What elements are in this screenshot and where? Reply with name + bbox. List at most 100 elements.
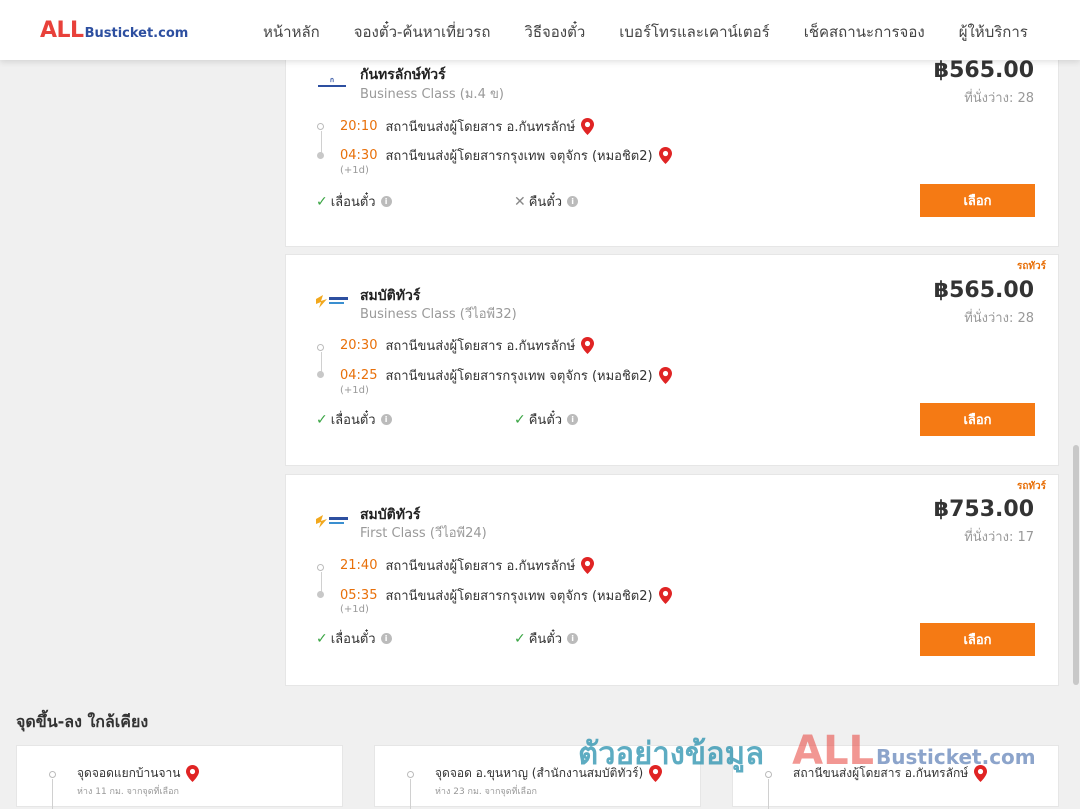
map-pin-icon[interactable] xyxy=(186,765,200,782)
refund-policy: ✕ คืนตั๋ว i xyxy=(514,191,579,212)
nav-operators[interactable]: ผู้ให้บริการ xyxy=(959,20,1028,44)
refund-label: คืนตั๋ว xyxy=(528,195,563,210)
nearby-stop-name: สถานีขนส่งผู้โดยสาร อ.กันทรลักษ์ xyxy=(793,764,988,783)
check-icon: ✓ xyxy=(316,411,328,428)
seats-available: ที่นั่งว่าง: 28 xyxy=(964,311,1034,326)
reschedule-label: เลื่อนตั๋ว xyxy=(330,195,376,210)
operator-logo: ก xyxy=(314,75,350,87)
departure-row: 20:10 สถานีขนส่งผู้โดยสาร อ.กันทรลักษ์ xyxy=(340,116,595,137)
nav-how-to-book[interactable]: วิธีจองตั๋ว xyxy=(524,20,585,44)
bus-type-tag: รถทัวร์ xyxy=(1016,261,1046,272)
arrival-station: สถานีขนส่งผู้โดยสารกรุงเทพ จตุจักร (หมอช… xyxy=(385,589,653,604)
info-icon[interactable]: i xyxy=(380,196,392,207)
refund-label: คืนตั๋ว xyxy=(528,413,563,428)
ticket-price: ฿753.00 xyxy=(933,497,1034,522)
main-nav: หน้าหลัก จองตั๋ว-ค้นหาเที่ยวรถ วิธีจองตั… xyxy=(246,20,1045,44)
departure-row: 20:30 สถานีขนส่งผู้โดยสาร อ.กันทรลักษ์ xyxy=(340,335,595,356)
origin-dot xyxy=(317,564,324,571)
ticket-price: ฿565.00 xyxy=(933,278,1034,303)
refund-policy: ✓ คืนตั๋ว i xyxy=(514,409,579,430)
site-logo[interactable]: ALL Busticket.com xyxy=(40,18,188,43)
page-scrollbar[interactable] xyxy=(1072,60,1080,800)
nav-contact-counter[interactable]: เบอร์โทรและเคาน์เตอร์ xyxy=(619,20,769,44)
origin-dot xyxy=(317,123,324,130)
bus-class: Business Class (วีไอพี32) xyxy=(360,307,517,322)
info-icon[interactable]: i xyxy=(380,633,392,644)
svg-text:ก: ก xyxy=(330,76,334,84)
nearby-stop-name: จุดจอด อ.ขุนหาญ (สำนักงานสมบัติทัวร์) xyxy=(435,764,663,783)
trip-card: รถทัวร์ สมบัติทัวร์ First Class (วีไอพี2… xyxy=(285,474,1059,686)
info-icon[interactable]: i xyxy=(567,414,579,425)
map-pin-icon[interactable] xyxy=(658,367,672,384)
site-header: ALL Busticket.com หน้าหลัก จองตั๋ว-ค้นหา… xyxy=(0,0,1080,60)
check-icon: ✓ xyxy=(514,411,526,428)
seats-available: ที่นั่งว่าง: 28 xyxy=(964,91,1034,106)
arrival-station: สถานีขนส่งผู้โดยสารกรุงเทพ จตุจักร (หมอช… xyxy=(385,369,653,384)
reschedule-policy: ✓ เลื่อนตั๋ว i xyxy=(316,191,392,212)
departure-row: 21:40 สถานีขนส่งผู้โดยสาร อ.กันทรลักษ์ xyxy=(340,555,595,576)
refund-label: คืนตั๋ว xyxy=(528,632,563,647)
map-pin-icon[interactable] xyxy=(649,765,663,782)
operator-logo xyxy=(316,295,348,308)
nav-book-search[interactable]: จองตั๋ว-ค้นหาเที่ยวรถ xyxy=(354,20,491,44)
cross-icon: ✕ xyxy=(514,193,526,210)
nearby-stop-distance: ห่าง 11 กม. จากจุดที่เลือก xyxy=(77,787,179,797)
nav-home[interactable]: หน้าหลัก xyxy=(263,20,320,44)
scrollbar-thumb[interactable] xyxy=(1073,445,1079,685)
origin-dot xyxy=(317,344,324,351)
stop-dot xyxy=(407,771,414,778)
map-pin-icon[interactable] xyxy=(658,587,672,604)
map-pin-icon[interactable] xyxy=(658,147,672,164)
arrival-row: 04:30 สถานีขนส่งผู้โดยสารกรุงเทพ จตุจักร… xyxy=(340,145,672,166)
refund-policy: ✓ คืนตั๋ว i xyxy=(514,628,579,649)
select-trip-button[interactable]: เลือก xyxy=(920,184,1035,217)
nav-check-booking[interactable]: เช็คสถานะการจอง xyxy=(804,20,925,44)
nearby-stops-title: จุดขึ้น-ลง ใกล้เคียง xyxy=(16,712,149,731)
next-day-label: (+1d) xyxy=(340,165,369,176)
map-pin-icon[interactable] xyxy=(581,118,595,135)
stop-dot xyxy=(49,771,56,778)
arrival-time: 05:35 xyxy=(340,588,378,603)
next-day-label: (+1d) xyxy=(340,385,369,396)
select-trip-button[interactable]: เลือก xyxy=(920,623,1035,656)
operator-logo xyxy=(316,515,348,528)
departure-station: สถานีขนส่งผู้โดยสาร อ.กันทรลักษ์ xyxy=(385,339,576,354)
arrival-station: สถานีขนส่งผู้โดยสารกรุงเทพ จตุจักร (หมอช… xyxy=(385,149,653,164)
reschedule-label: เลื่อนตั๋ว xyxy=(330,413,376,428)
reschedule-policy: ✓ เลื่อนตั๋ว i xyxy=(316,628,392,649)
nearby-stop-name: จุดจอดแยกบ้านจาน xyxy=(77,764,200,783)
map-pin-icon[interactable] xyxy=(974,765,988,782)
departure-station: สถานีขนส่งผู้โดยสาร อ.กันทรลักษ์ xyxy=(385,120,576,135)
map-pin-icon[interactable] xyxy=(581,337,595,354)
check-icon: ✓ xyxy=(316,630,328,647)
map-pin-icon[interactable] xyxy=(581,557,595,574)
nearby-stop-card[interactable]: จุดจอดแยกบ้านจาน ห่าง 11 กม. จากจุดที่เล… xyxy=(16,745,343,809)
logo-all-text: ALL xyxy=(40,18,84,43)
bus-type-tag: รถทัวร์ xyxy=(1016,481,1046,492)
departure-time: 21:40 xyxy=(340,558,378,573)
stop-line xyxy=(52,779,53,809)
info-icon[interactable]: i xyxy=(567,633,579,644)
destination-dot xyxy=(317,591,324,598)
departure-time: 20:10 xyxy=(340,119,378,134)
nearby-stop-label: จุดจอด อ.ขุนหาญ (สำนักงานสมบัติทัวร์) xyxy=(435,766,644,780)
bus-class: First Class (วีไอพี24) xyxy=(360,526,487,541)
next-day-label: (+1d) xyxy=(340,604,369,615)
info-icon[interactable]: i xyxy=(380,414,392,425)
nearby-stop-card[interactable]: จุดจอด อ.ขุนหาญ (สำนักงานสมบัติทัวร์) ห่… xyxy=(374,745,701,809)
bus-class: Business Class (ม.4 ข) xyxy=(360,87,504,102)
seats-available: ที่นั่งว่าง: 17 xyxy=(964,530,1034,545)
arrival-row: 04:25 สถานีขนส่งผู้โดยสารกรุงเทพ จตุจักร… xyxy=(340,365,672,386)
stop-dot xyxy=(765,771,772,778)
departure-station: สถานีขนส่งผู้โดยสาร อ.กันทรลักษ์ xyxy=(385,559,576,574)
info-icon[interactable]: i xyxy=(567,196,579,207)
nearby-stop-card[interactable]: สถานีขนส่งผู้โดยสาร อ.กันทรลักษ์ xyxy=(732,745,1059,809)
ticket-price: ฿565.00 xyxy=(933,58,1034,83)
trip-card: ก กันทรลักษ์ทัวร์ Business Class (ม.4 ข)… xyxy=(285,40,1059,247)
logo-domain-text: Busticket.com xyxy=(84,26,189,41)
arrival-time: 04:25 xyxy=(340,368,378,383)
trip-card: รถทัวร์ สมบัติทัวร์ Business Class (วีไอ… xyxy=(285,254,1059,466)
departure-time: 20:30 xyxy=(340,338,378,353)
select-trip-button[interactable]: เลือก xyxy=(920,403,1035,436)
check-icon: ✓ xyxy=(316,193,328,210)
